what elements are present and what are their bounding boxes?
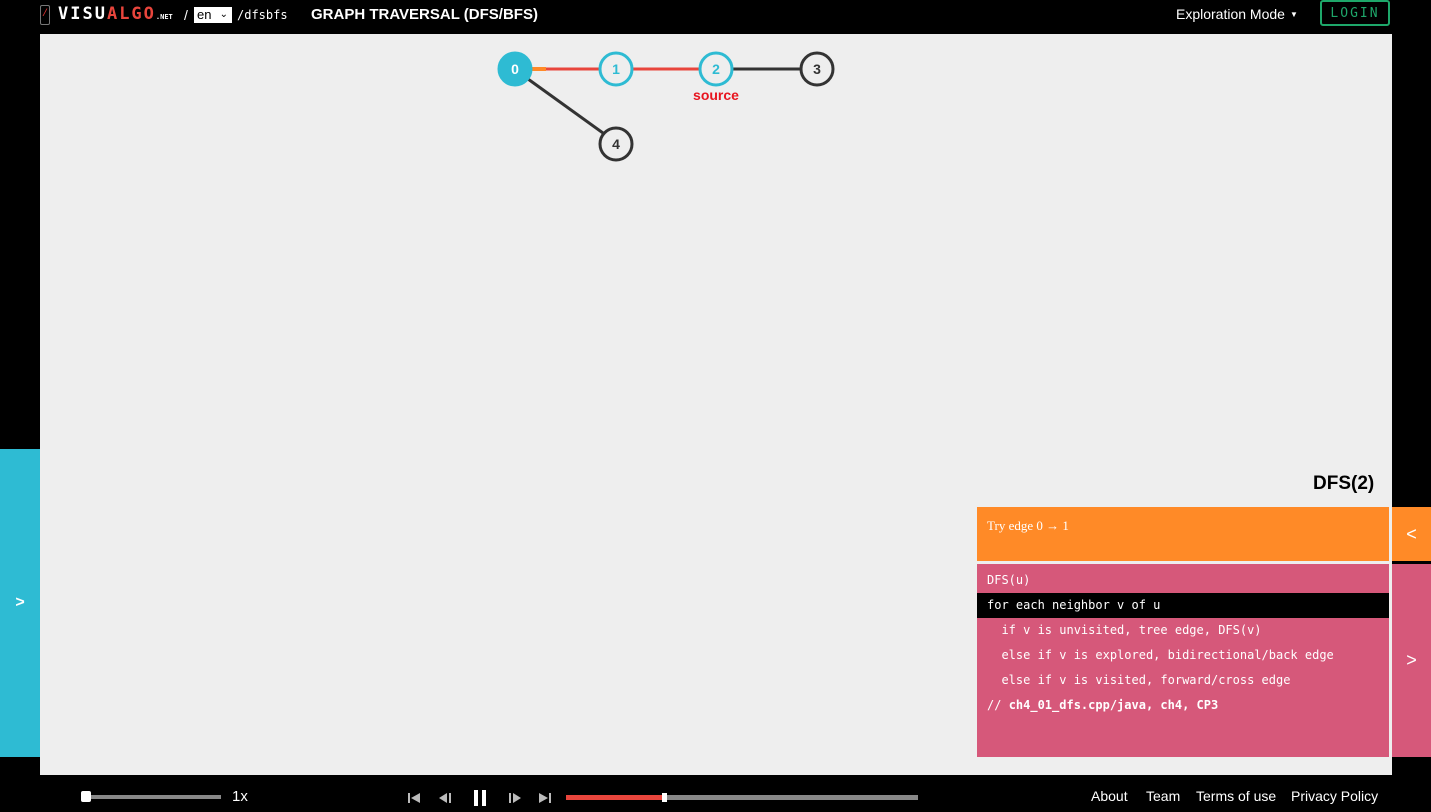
speed-slider[interactable]: [81, 795, 221, 799]
node-label: 3: [813, 61, 821, 77]
footer-link-about[interactable]: About: [1091, 788, 1128, 804]
footer-link-team[interactable]: Team: [1146, 788, 1180, 804]
graph-node-3[interactable]: 3: [799, 51, 835, 87]
status-title: DFS(2): [1313, 473, 1375, 494]
speed-label: 1x: [232, 788, 248, 805]
footer-link-privacy[interactable]: Privacy Policy: [1291, 788, 1378, 804]
step-back-icon[interactable]: [438, 790, 454, 806]
graph-node-1[interactable]: 1: [598, 51, 634, 87]
graph-node-4[interactable]: 4: [598, 126, 634, 162]
code-line: else if v is explored, bidirectional/bac…: [987, 648, 1334, 662]
status-box: Try edge 0 → 1: [977, 507, 1389, 561]
progress-fill: [566, 795, 665, 800]
comment-prefix: //: [987, 698, 1009, 712]
code-comment-line: // ch4_01_dfs.cpp/java, ch4, CP3: [977, 693, 1389, 718]
code-line-highlighted: for each neighbor v of u: [977, 593, 1389, 618]
node-label: 0: [511, 61, 519, 77]
code-line: else if v is visited, forward/cross edge: [987, 673, 1291, 687]
pause-icon[interactable]: [471, 789, 489, 807]
node-label: 4: [612, 136, 620, 152]
code-line: DFS(u): [987, 573, 1031, 587]
graph-node-2[interactable]: 2: [698, 51, 734, 87]
go-to-start-icon[interactable]: [406, 790, 422, 806]
progress-handle[interactable]: [662, 793, 667, 802]
status-panel-toggle[interactable]: <: [1392, 507, 1431, 561]
footer-link-terms[interactable]: Terms of use: [1196, 788, 1276, 804]
step-forward-icon[interactable]: [506, 790, 522, 806]
node-label: 2: [712, 61, 720, 77]
status-text: Try edge 0 → 1: [987, 518, 1069, 533]
left-panel-toggle[interactable]: >: [0, 449, 40, 757]
source-label: source: [693, 87, 739, 103]
code-line: if v is unvisited, tree edge, DFS(v): [987, 623, 1262, 637]
edge-0-4[interactable]: [527, 77, 604, 135]
node-label: 1: [612, 61, 620, 77]
go-to-end-icon[interactable]: [537, 790, 553, 806]
pseudocode-panel: DFS(u) for each neighbor v of u if v is …: [977, 564, 1389, 757]
speed-slider-handle[interactable]: [81, 791, 91, 802]
source-reference: ch4_01_dfs.cpp/java, ch4, CP3: [1008, 698, 1219, 712]
graph-node-0[interactable]: 0: [497, 51, 533, 87]
code-panel-toggle[interactable]: >: [1392, 564, 1431, 757]
